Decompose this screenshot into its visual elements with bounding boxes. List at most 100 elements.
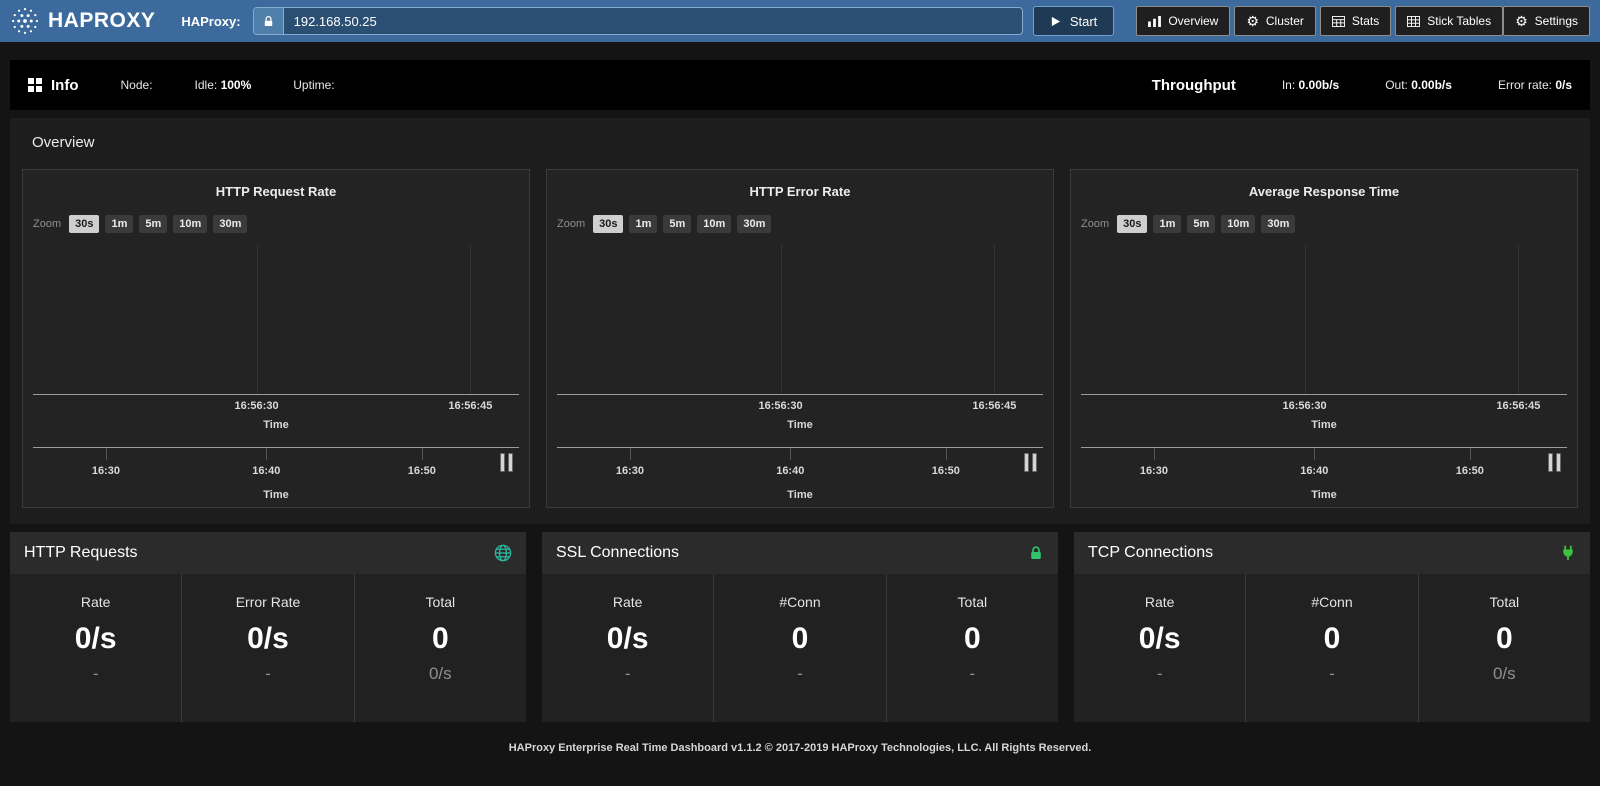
zoom-button-5m[interactable]: 5m <box>1187 215 1215 233</box>
stat-label: Total <box>958 594 988 610</box>
x-axis-title: Time <box>1081 419 1567 431</box>
gridline <box>1305 245 1306 394</box>
stat-value: 0/s <box>75 622 117 656</box>
stat-value: 0/s <box>607 622 649 656</box>
zoom-button-30m[interactable]: 30m <box>737 215 771 233</box>
stat-sub: - <box>969 664 975 684</box>
zoom-button-30s[interactable]: 30s <box>69 215 99 233</box>
card-header: TCP Connections <box>1074 532 1590 574</box>
card-header: SSL Connections <box>542 532 1058 574</box>
settings-button[interactable]: ⚙ Settings <box>1503 6 1590 36</box>
stat-value: 0/s <box>247 622 289 656</box>
nav-stick-tables-label: Stick Tables <box>1427 14 1491 28</box>
throughput-group: Throughput In: 0.00b/s Out: 0.00b/s Erro… <box>1152 77 1572 94</box>
brand-name: HAPROXY <box>48 9 155 33</box>
gridline <box>257 245 258 394</box>
stat-sub: - <box>1157 664 1163 684</box>
chart-panel-http-error-rate: HTTP Error Rate Zoom 30s 1m 5m 10m 30m 1… <box>546 169 1054 508</box>
zoom-label: Zoom <box>1081 218 1109 230</box>
nav-stats-button[interactable]: Stats <box>1320 6 1391 36</box>
throughput-in-value: 0.00b/s <box>1299 78 1340 92</box>
nav-cluster-button[interactable]: ⚙ Cluster <box>1234 6 1316 36</box>
stat-rate: Rate 0/s - <box>1074 574 1246 722</box>
table-icon <box>1332 16 1345 27</box>
stat-label: Total <box>1490 594 1520 610</box>
card-title: HTTP Requests <box>24 544 138 562</box>
stat-sub: - <box>1329 664 1335 684</box>
stat-value: 0/s <box>1139 622 1181 656</box>
nav-tick: 16:40 <box>776 465 804 477</box>
info-bar: Info Node: Idle: 100% Uptime: Throughput… <box>10 60 1590 110</box>
node-field: Node: <box>121 78 153 92</box>
stat-conn: #Conn 0 - <box>1246 574 1418 722</box>
lock-icon <box>254 8 284 34</box>
zoom-button-30m[interactable]: 30m <box>1261 215 1295 233</box>
nav-tick: 16:50 <box>408 465 436 477</box>
navigator-handle-right[interactable] <box>508 453 513 472</box>
uptime-field: Uptime: <box>293 78 334 92</box>
nav-gridline <box>1154 448 1155 460</box>
navigator-handle-right[interactable] <box>1556 453 1561 472</box>
range-navigator[interactable]: 16:30 16:40 16:50 <box>1081 447 1567 483</box>
range-navigator[interactable]: 16:30 16:40 16:50 <box>33 447 519 483</box>
nav-stick-tables-button[interactable]: Stick Tables <box>1395 6 1503 36</box>
throughput-out-value: 0.00b/s <box>1411 78 1452 92</box>
chart-plot-area[interactable] <box>557 245 1043 395</box>
card-title: SSL Connections <box>556 544 679 562</box>
chart-plot-area[interactable] <box>1081 245 1567 395</box>
nav-overview-button[interactable]: Overview <box>1136 6 1230 36</box>
nav-tick: 16:40 <box>1300 465 1328 477</box>
chart-plot-area[interactable] <box>33 245 519 395</box>
nav-tick: 16:50 <box>1456 465 1484 477</box>
stat-sub: 0/s <box>429 664 452 684</box>
zoom-label: Zoom <box>557 218 585 230</box>
range-navigator[interactable]: 16:30 16:40 16:50 <box>557 447 1043 483</box>
zoom-button-30m[interactable]: 30m <box>213 215 247 233</box>
stat-label: #Conn <box>779 594 820 610</box>
play-icon <box>1050 16 1061 27</box>
zoom-button-10m[interactable]: 10m <box>697 215 731 233</box>
start-button-label: Start <box>1070 14 1097 29</box>
nav-gridline <box>266 448 267 460</box>
zoom-button-30s[interactable]: 30s <box>593 215 623 233</box>
navigator-handle-left[interactable] <box>500 453 505 472</box>
stat-rate: Rate 0/s - <box>542 574 714 722</box>
address-label: HAProxy: <box>181 14 240 29</box>
x-tick: 16:56:30 <box>235 400 279 412</box>
stat-value: 0 <box>432 622 449 656</box>
card-header: HTTP Requests <box>10 532 526 574</box>
navigator-handle-right[interactable] <box>1032 453 1037 472</box>
x-tick: 16:56:45 <box>1496 400 1540 412</box>
info-toggle[interactable]: Info <box>28 77 79 94</box>
zoom-button-10m[interactable]: 10m <box>1221 215 1255 233</box>
bar-chart-icon <box>1148 16 1161 27</box>
address-input[interactable] <box>284 8 1022 34</box>
x-tick: 16:56:30 <box>759 400 803 412</box>
zoom-button-10m[interactable]: 10m <box>173 215 207 233</box>
nav-gridline <box>630 448 631 460</box>
idle-field: Idle: 100% <box>195 78 252 92</box>
info-label: Info <box>51 77 79 94</box>
stat-label: Rate <box>81 594 111 610</box>
error-rate-value: 0/s <box>1555 78 1572 92</box>
start-button[interactable]: Start <box>1033 6 1114 36</box>
globe-icon <box>494 544 512 562</box>
error-rate: Error rate: 0/s <box>1498 78 1572 92</box>
navigator-handle-left[interactable] <box>1548 453 1553 472</box>
nav-tick: 16:40 <box>252 465 280 477</box>
zoom-button-5m[interactable]: 5m <box>139 215 167 233</box>
nav-overview-label: Overview <box>1168 14 1218 28</box>
navigator-handle-left[interactable] <box>1024 453 1029 472</box>
overview-section-title: Overview <box>32 134 1578 151</box>
gridline <box>1518 245 1519 394</box>
chart-title: Average Response Time <box>1081 184 1567 199</box>
nav-tick: 16:50 <box>932 465 960 477</box>
zoom-button-1m[interactable]: 1m <box>105 215 133 233</box>
stat-total: Total 0 0/s <box>1419 574 1590 722</box>
stat-label: Rate <box>613 594 643 610</box>
zoom-button-1m[interactable]: 1m <box>629 215 657 233</box>
zoom-button-1m[interactable]: 1m <box>1153 215 1181 233</box>
zoom-button-5m[interactable]: 5m <box>663 215 691 233</box>
stat-sub: - <box>797 664 803 684</box>
zoom-button-30s[interactable]: 30s <box>1117 215 1147 233</box>
